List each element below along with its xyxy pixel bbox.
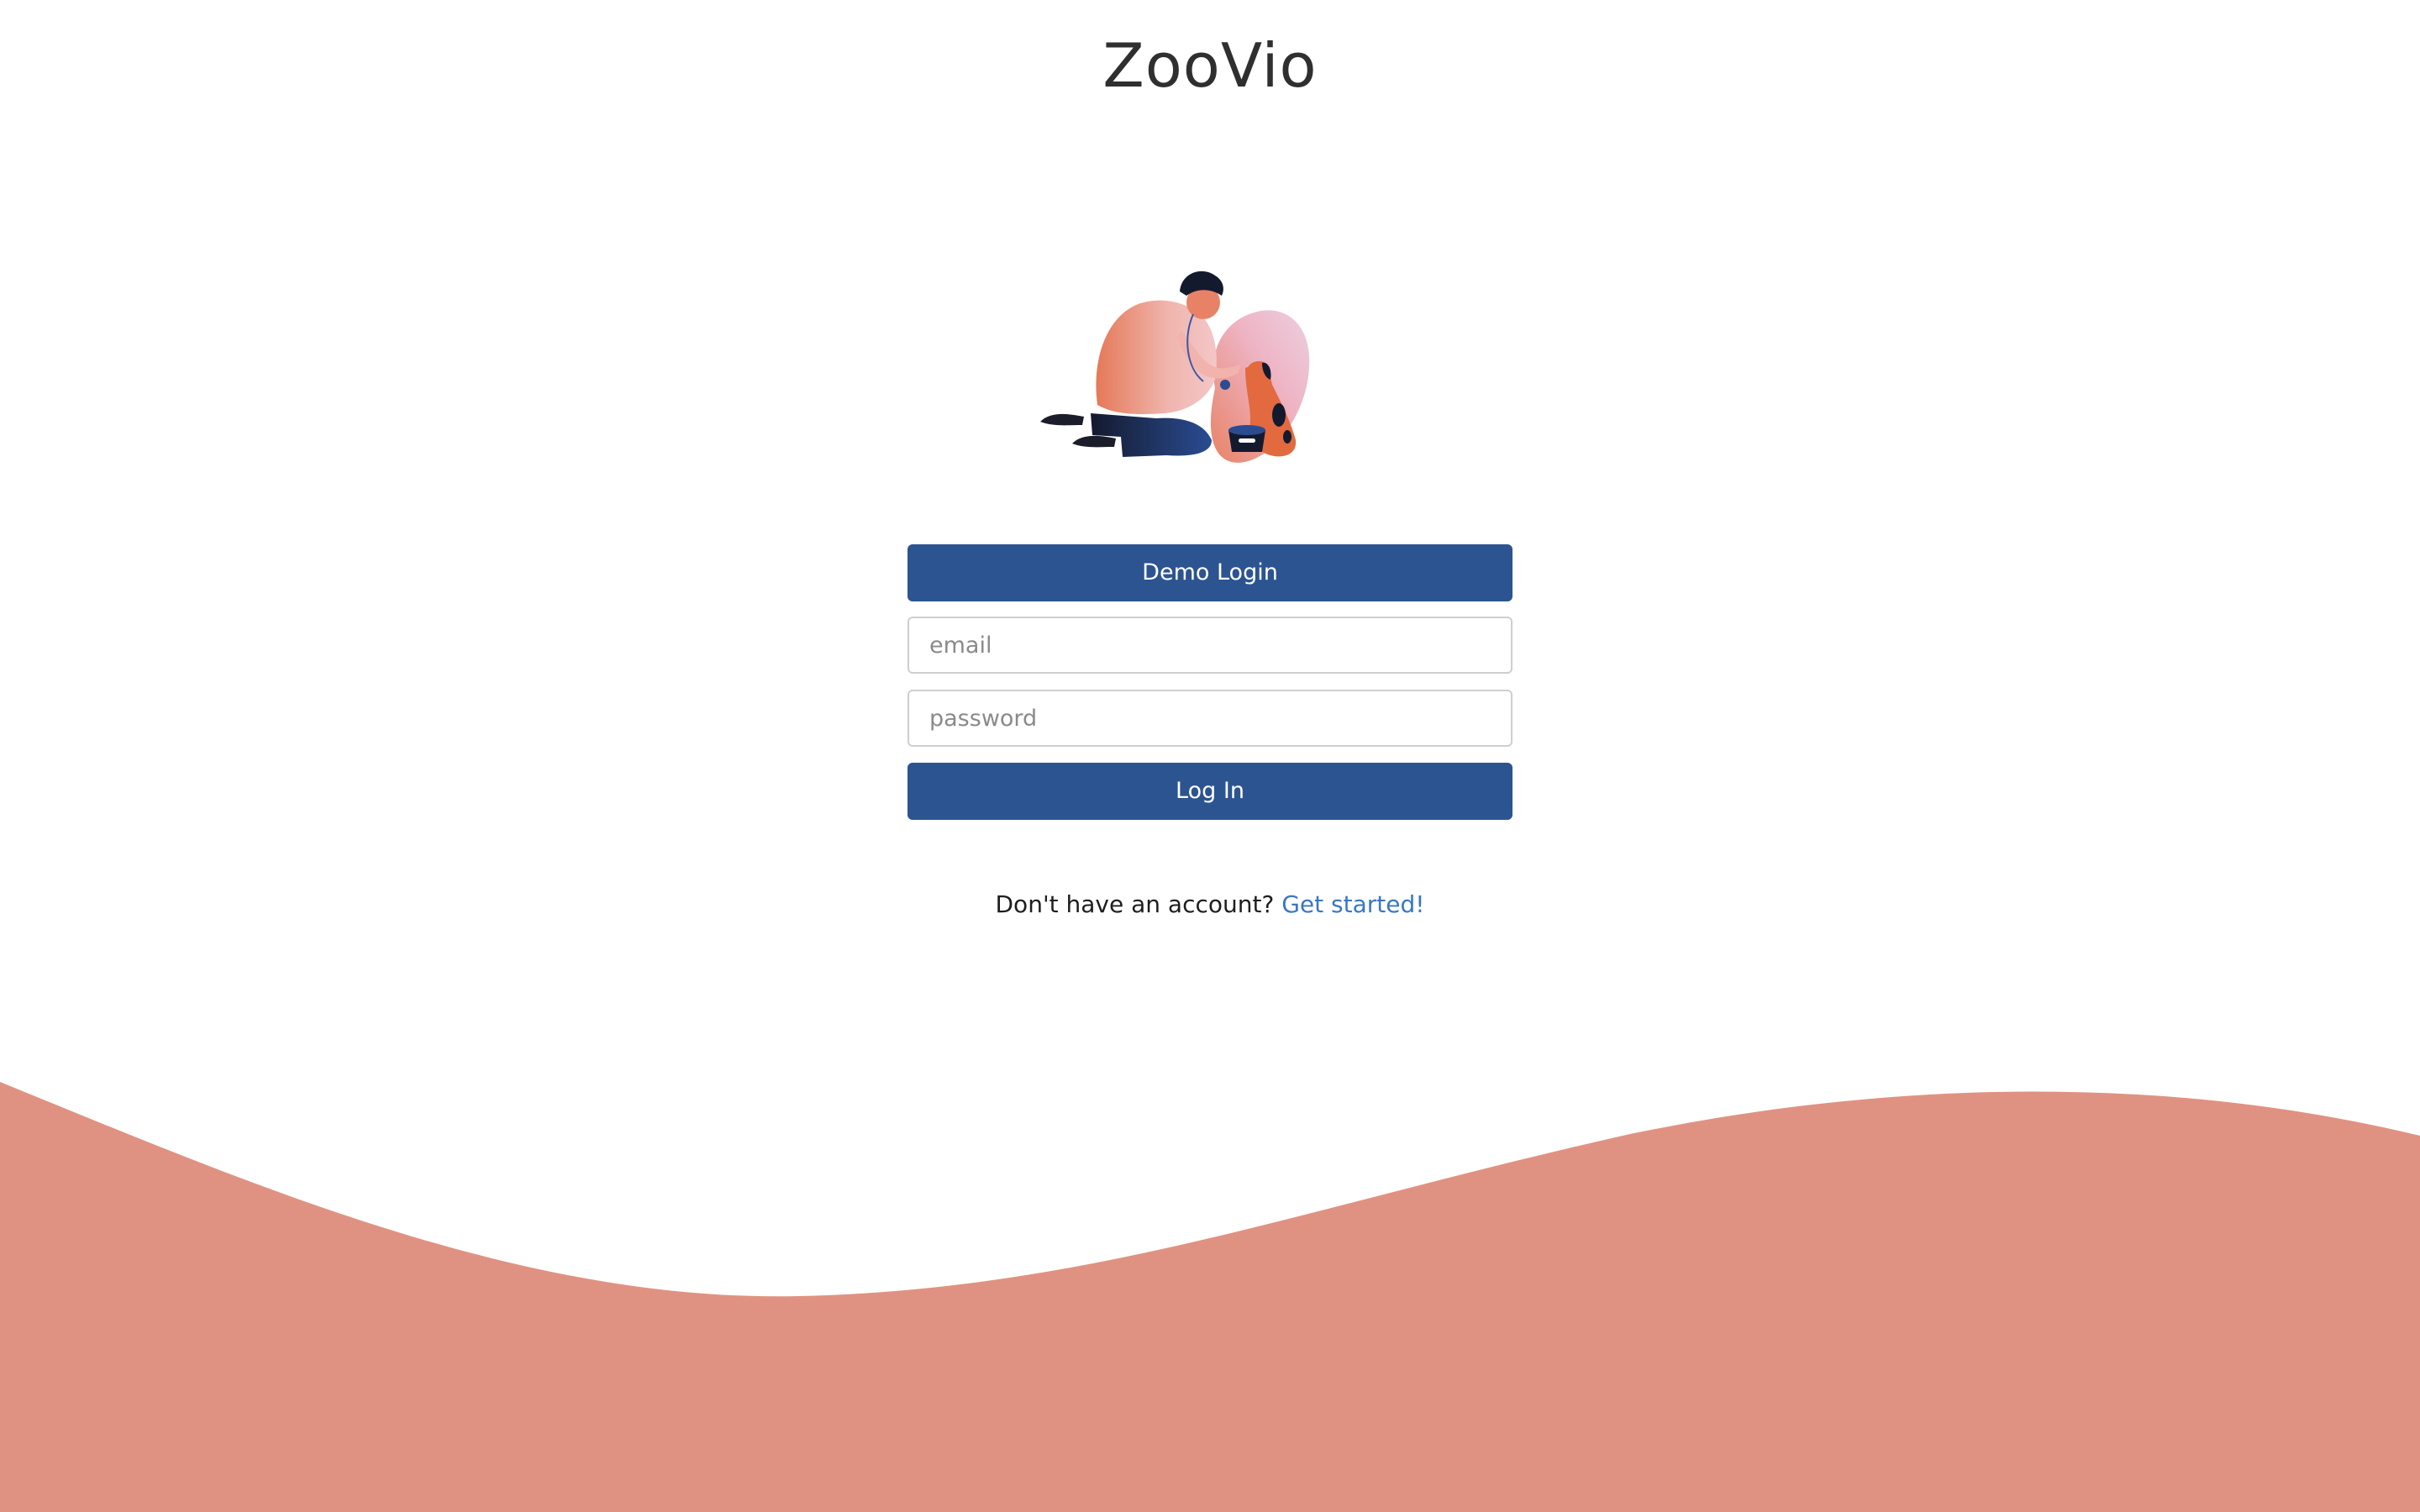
log-in-button[interactable]: Log In	[908, 763, 1512, 820]
signup-prompt: Don't have an account? Get started!	[0, 890, 2420, 918]
demo-login-button[interactable]: Demo Login	[908, 544, 1512, 601]
app-title: ZooVio	[1102, 30, 1318, 101]
login-form: Demo Login Log In	[908, 544, 1512, 820]
password-input[interactable]	[908, 690, 1512, 747]
get-started-link[interactable]: Get started!	[1281, 890, 1424, 918]
email-input[interactable]	[908, 617, 1512, 674]
decorative-wave	[0, 1082, 2420, 1512]
login-page: ZooVio Demo Login email Log In Don't hav…	[0, 0, 2420, 1512]
signup-prompt-text: Don't have an account?	[995, 890, 1282, 918]
vet-with-dog-illustration	[1040, 270, 1310, 463]
